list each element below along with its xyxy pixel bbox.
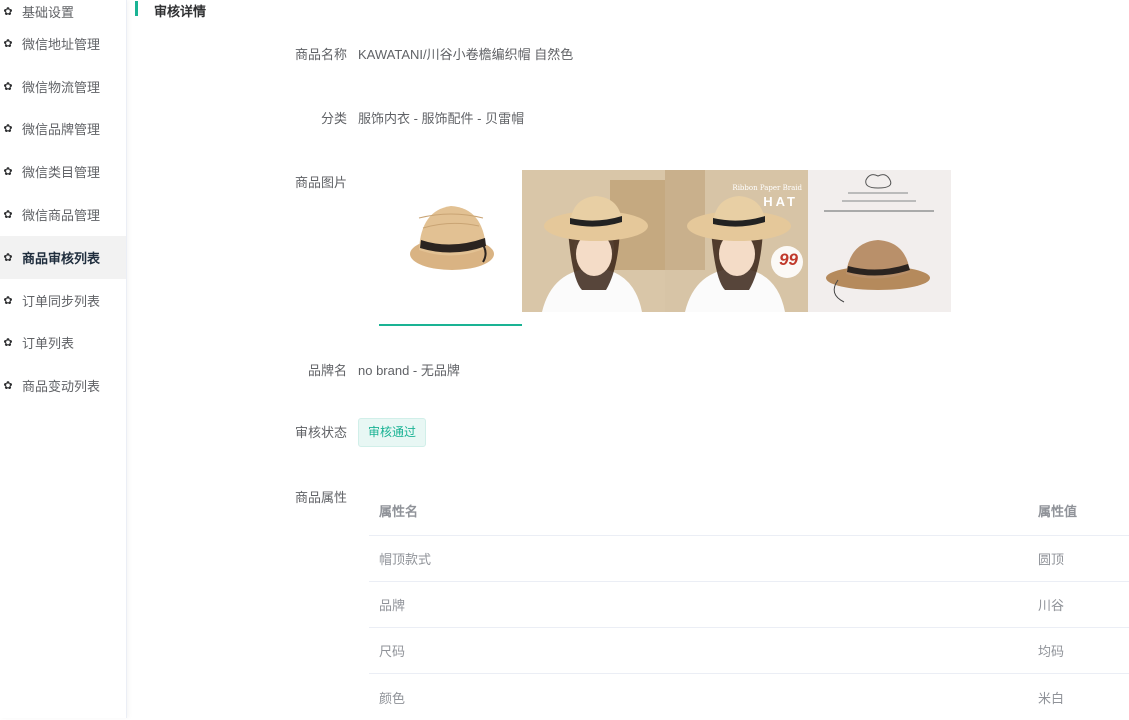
gear-icon: ✿ — [3, 123, 13, 136]
product-image-4[interactable] — [808, 170, 951, 312]
sidebar-item-order-sync[interactable]: ✿ 订单同步列表 — [0, 279, 126, 322]
attr-name-cell: 尺码 — [379, 644, 406, 659]
product-name-label: 商品名称 — [294, 47, 347, 62]
product-name-row: 商品名称 KAWATANI/川谷小卷檐编织帽 自然色 — [127, 44, 573, 63]
brand-label: 品牌名 — [307, 363, 347, 378]
sidebar-item-label: 微信地址管理 — [22, 36, 101, 52]
category-label: 分类 — [320, 111, 347, 126]
attr-value-cell: 均码 — [1038, 644, 1065, 659]
sidebar-item-basic-settings[interactable]: ✿ 基础设置 — [0, 0, 126, 22]
table-row: 品牌 川谷 — [369, 582, 1129, 628]
attributes-row: 商品属性 — [127, 487, 358, 506]
status-badge: 审核通过 — [358, 418, 427, 447]
gear-icon: ✿ — [3, 380, 13, 393]
product-image-3[interactable]: Ribbon Paper Braid HAT 99 — [665, 170, 808, 312]
product-name-value: KAWATANI/川谷小卷檐编织帽 自然色 — [358, 47, 574, 62]
sidebar-item-label: 微信物流管理 — [22, 79, 101, 95]
table-row: 尺码 均码 — [369, 628, 1129, 674]
attr-name-cell: 颜色 — [379, 690, 406, 706]
gear-icon: ✿ — [3, 166, 13, 179]
attr-name-cell: 品牌 — [379, 598, 406, 613]
sidebar-item-label: 微信品牌管理 — [22, 122, 101, 138]
status-row: 审核状态 审核通过 — [127, 418, 427, 447]
category-row: 分类 服饰内衣 - 服饰配件 - 贝雷帽 — [127, 108, 524, 127]
table-header: 属性名 属性值 — [369, 486, 1129, 536]
images-row: 商品图片 — [127, 172, 358, 191]
gear-icon: ✿ — [3, 294, 13, 307]
image-caption-text: HAT — [763, 194, 798, 209]
sidebar-item-label: 微信商品管理 — [22, 208, 101, 224]
attributes-label: 商品属性 — [294, 490, 347, 505]
gear-icon: ✿ — [3, 337, 13, 350]
attr-value-cell: 川谷 — [1038, 598, 1065, 613]
sidebar-item-wechat-products[interactable]: ✿ 微信商品管理 — [0, 193, 126, 236]
sidebar-item-wechat-category[interactable]: ✿ 微信类目管理 — [0, 150, 126, 193]
gear-icon: ✿ — [3, 209, 13, 222]
column-header-name: 属性名 — [379, 504, 419, 519]
sidebar-item-label: 基础设置 — [22, 4, 75, 20]
sidebar-item-product-changes[interactable]: ✿ 商品变动列表 — [0, 364, 126, 407]
attributes-table: 属性名 属性值 帽顶款式 圆顶 品牌 川谷 尺码 均码 颜色 米白 — [369, 486, 1129, 720]
sidebar-item-product-review[interactable]: ✿ 商品审核列表 — [0, 235, 126, 279]
images-label: 商品图片 — [294, 175, 347, 190]
sidebar-item-label: 微信类目管理 — [22, 165, 101, 181]
attr-name-cell: 帽顶款式 — [379, 552, 432, 567]
status-label: 审核状态 — [294, 425, 347, 440]
attr-value-cell: 圆顶 — [1038, 552, 1065, 567]
sidebar-item-wechat-brand[interactable]: ✿ 微信品牌管理 — [0, 108, 126, 151]
product-image-1[interactable] — [379, 170, 522, 312]
sidebar-item-label: 商品变动列表 — [22, 379, 101, 395]
sidebar-item-label: 订单列表 — [22, 336, 75, 352]
gear-icon: ✿ — [3, 37, 13, 50]
category-value: 服饰内衣 - 服饰配件 - 贝雷帽 — [358, 111, 525, 126]
active-image-indicator — [379, 324, 522, 326]
page-title: 审核详情 — [154, 4, 207, 19]
sidebar-item-label: 订单同步列表 — [22, 293, 101, 309]
main-content: 审核详情 商品名称 KAWATANI/川谷小卷檐编织帽 自然色 分类 服饰内衣 … — [127, 0, 1129, 718]
sidebar-item-orders[interactable]: ✿ 订单列表 — [0, 322, 126, 365]
image-brand-text: Ribbon Paper Braid — [732, 184, 802, 192]
header-accent-bar — [135, 1, 138, 16]
gear-icon: ✿ — [3, 5, 13, 18]
sidebar-item-label: 商品审核列表 — [22, 250, 101, 266]
sidebar-item-wechat-address[interactable]: ✿ 微信地址管理 — [0, 22, 126, 65]
column-header-value: 属性值 — [1038, 504, 1078, 519]
attr-value-cell: 米白 — [1038, 690, 1065, 706]
brand-row: 品牌名 no brand - 无品牌 — [127, 360, 460, 379]
gear-icon: ✿ — [3, 80, 13, 93]
product-image-2[interactable] — [522, 170, 665, 312]
brand-value: no brand - 无品牌 — [358, 363, 460, 378]
sidebar-item-wechat-logistics[interactable]: ✿ 微信物流管理 — [0, 65, 126, 108]
image-price-text: 99 — [779, 250, 798, 269]
sidebar: ✿ 基础设置 ✿ 微信地址管理 ✿ 微信物流管理 ✿ 微信品牌管理 ✿ 微信类目… — [0, 0, 127, 718]
table-row: 帽顶款式 圆顶 — [369, 536, 1129, 582]
table-row: 颜色 米白 — [369, 674, 1129, 720]
gear-icon: ✿ — [3, 251, 13, 264]
image-gallery: Ribbon Paper Braid HAT 99 — [379, 170, 951, 312]
